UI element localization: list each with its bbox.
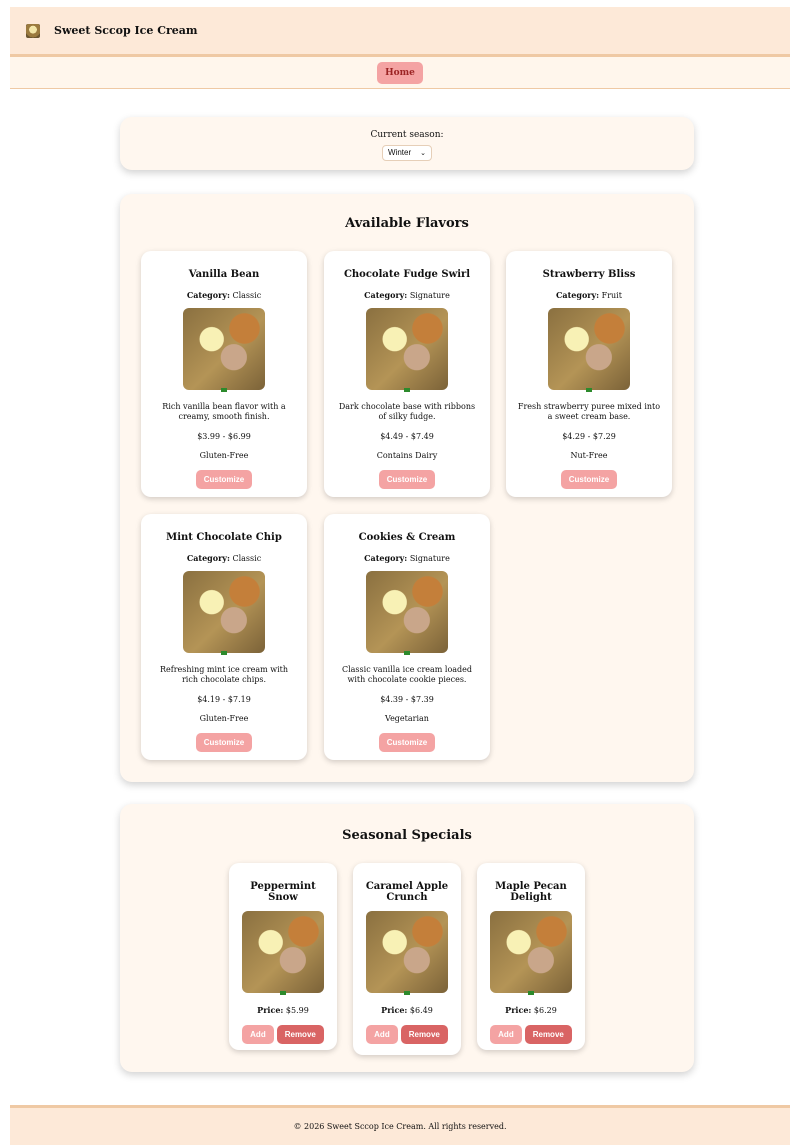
chevron-down-icon: ⌄: [420, 149, 426, 157]
flavor-name: Vanilla Bean: [188, 269, 260, 280]
special-card: Caramel Apple Crunch Price: $6.49 Add Re…: [353, 863, 461, 1055]
ice-cream-sundae-image: [183, 308, 265, 392]
flavor-card: Vanilla Bean Category: Classic Rich vani…: [141, 251, 307, 497]
special-price: Price: $6.49: [353, 1005, 461, 1015]
remove-button[interactable]: Remove: [524, 1025, 572, 1044]
customize-button[interactable]: Customize: [195, 733, 253, 752]
flavor-price: $4.19 - $7.19: [197, 695, 251, 704]
customize-button[interactable]: Customize: [378, 470, 436, 489]
special-name: Caramel Apple Crunch: [365, 881, 449, 903]
flavor-card: Cookies & Cream Category: Signature Clas…: [324, 514, 490, 760]
category-value: Signature: [409, 554, 450, 563]
ice-cream-sundae-image: [366, 571, 448, 655]
flavor-diet: Vegetarian: [385, 714, 429, 723]
special-card: Maple Pecan Delight Price: $6.29 Add Rem…: [477, 863, 585, 1050]
flavor-description: Classic vanilla ice cream loaded with ch…: [341, 665, 473, 684]
special-actions: Add Remove: [353, 1025, 461, 1044]
customize-button[interactable]: Customize: [195, 470, 253, 489]
specials-panel: Seasonal Specials Peppermint Snow Price:…: [120, 804, 694, 1072]
special-card: Peppermint Snow Price: $5.99 Add Remove: [229, 863, 337, 1050]
flavor-diet: Gluten-Free: [199, 451, 249, 460]
flavors-panel: Available Flavors Vanilla Bean Category:…: [120, 194, 694, 782]
special-name: Peppermint Snow: [250, 881, 316, 903]
category-label: Category:: [364, 553, 408, 563]
price-label: Price:: [381, 1005, 408, 1015]
add-button[interactable]: Add: [242, 1025, 274, 1044]
main-nav: Home: [10, 54, 790, 89]
nav-home-button[interactable]: Home: [377, 61, 423, 84]
category-label: Category:: [556, 290, 600, 300]
customize-button[interactable]: Customize: [378, 733, 436, 752]
ice-cream-sundae-image: [183, 571, 265, 655]
flavor-card: Mint Chocolate Chip Category: Classic Re…: [141, 514, 307, 760]
category-value: Fruit: [601, 291, 622, 300]
ice-cream-sundae-image: [242, 911, 324, 995]
special-price: Price: $6.29: [477, 1005, 585, 1015]
flavor-card: Strawberry Bliss Category: Fruit Fresh s…: [506, 251, 672, 497]
price-label: Price:: [257, 1005, 284, 1015]
flavor-name: Mint Chocolate Chip: [166, 532, 282, 543]
special-actions: Add Remove: [229, 1025, 337, 1044]
special-name: Maple Pecan Delight: [495, 881, 567, 903]
flavor-category: Category: Signature: [324, 553, 490, 563]
flavor-price: $3.99 - $6.99: [197, 432, 251, 441]
season-selected-value: Winter: [388, 148, 412, 157]
flavor-name: Strawberry Bliss: [542, 269, 636, 280]
price-value: $6.29: [533, 1006, 557, 1015]
flavor-price: $4.29 - $7.29: [562, 432, 616, 441]
flavor-description: Dark chocolate base with ribbons of silk…: [338, 402, 476, 421]
price-label: Price:: [505, 1005, 532, 1015]
ice-cream-sundae-icon: [26, 23, 40, 38]
ice-cream-sundae-image: [366, 911, 448, 995]
site-title: Sweet Sccop Ice Cream: [54, 24, 198, 37]
flavors-title: Available Flavors: [345, 216, 469, 231]
flavor-card: Chocolate Fudge Swirl Category: Signatur…: [324, 251, 490, 497]
season-panel: Current season: Winter ⌄: [120, 117, 694, 170]
flavor-description: Fresh strawberry puree mixed into a swee…: [517, 402, 661, 421]
site-footer: © 2026 Sweet Sccop Ice Cream. All rights…: [10, 1105, 790, 1145]
remove-button[interactable]: Remove: [276, 1025, 324, 1044]
add-button[interactable]: Add: [366, 1025, 398, 1044]
flavor-diet: Gluten-Free: [199, 714, 249, 723]
season-select[interactable]: Winter ⌄: [382, 144, 432, 161]
add-button[interactable]: Add: [490, 1025, 522, 1044]
flavor-category: Category: Fruit: [506, 290, 672, 300]
special-price: Price: $5.99: [229, 1005, 337, 1015]
special-actions: Add Remove: [477, 1025, 585, 1044]
category-label: Category:: [186, 553, 230, 563]
footer-text: © 2026 Sweet Sccop Ice Cream. All rights…: [293, 1122, 507, 1131]
season-label: Current season:: [370, 130, 444, 140]
flavor-diet: Nut-Free: [570, 451, 608, 460]
ice-cream-sundae-image: [490, 911, 572, 995]
category-label: Category:: [364, 290, 408, 300]
flavor-price: $4.49 - $7.49: [380, 432, 434, 441]
flavor-diet: Contains Dairy: [376, 451, 438, 460]
specials-title: Seasonal Specials: [342, 828, 472, 843]
flavor-category: Category: Classic: [141, 290, 307, 300]
flavor-description: Rich vanilla bean flavor with a creamy, …: [162, 402, 286, 421]
ice-cream-sundae-image: [366, 308, 448, 392]
flavor-description: Refreshing mint ice cream with rich choc…: [160, 665, 288, 684]
flavor-name: Chocolate Fudge Swirl: [343, 269, 471, 280]
flavor-price: $4.39 - $7.39: [380, 695, 434, 704]
remove-button[interactable]: Remove: [400, 1025, 448, 1044]
flavor-name: Cookies & Cream: [358, 532, 456, 543]
flavor-category: Category: Classic: [141, 553, 307, 563]
ice-cream-sundae-image: [548, 308, 630, 392]
customize-button[interactable]: Customize: [560, 470, 618, 489]
category-value: Classic: [232, 554, 262, 563]
category-value: Classic: [232, 291, 262, 300]
category-value: Signature: [409, 291, 450, 300]
category-label: Category:: [186, 290, 230, 300]
flavor-category: Category: Signature: [324, 290, 490, 300]
site-header: Sweet Sccop Ice Cream: [10, 7, 790, 54]
price-value: $6.49: [409, 1006, 433, 1015]
price-value: $5.99: [285, 1006, 309, 1015]
